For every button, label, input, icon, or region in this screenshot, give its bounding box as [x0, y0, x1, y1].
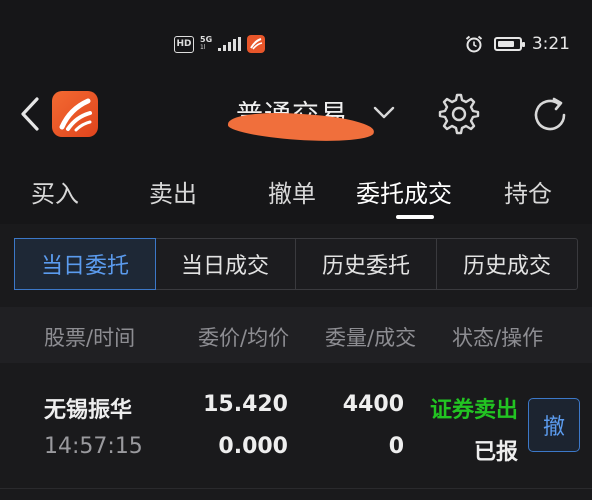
- app-logo: [52, 91, 98, 137]
- cancel-order-button[interactable]: 撤: [528, 398, 580, 452]
- account-dropdown[interactable]: [370, 100, 398, 124]
- chevron-down-icon: [373, 106, 395, 119]
- order-price: 15.420: [203, 392, 288, 417]
- navigation-bar: 普通交易: [0, 86, 592, 158]
- trade-tabs: 买入 卖出 撤单 委托成交 持仓: [0, 158, 592, 224]
- column-header-price: 委价/均价: [198, 326, 290, 350]
- hd-badge: HD: [174, 35, 194, 53]
- tab-orders-trades[interactable]: 委托成交: [356, 174, 452, 209]
- battery-level-fill: [497, 41, 514, 47]
- status-icons-right: 3:21: [464, 33, 570, 55]
- column-header-status: 状态/操作: [452, 326, 544, 350]
- chevron-left-icon: [21, 97, 39, 131]
- order-side: 证券卖出: [429, 398, 518, 423]
- filled-quantity: 0: [388, 434, 404, 459]
- segment-today-orders[interactable]: 当日委托: [14, 238, 156, 290]
- column-header-stock-time: 股票/时间: [44, 326, 136, 350]
- order-quantity: 4400: [342, 392, 404, 417]
- network-sub: 1l: [200, 44, 206, 51]
- network-label: 5G 1l: [200, 36, 212, 52]
- clock: 3:21: [531, 34, 570, 54]
- stock-name: 无锡振华: [44, 398, 133, 423]
- segment-today-trades[interactable]: 当日成交: [155, 239, 296, 289]
- back-button[interactable]: [16, 94, 44, 134]
- notification-app-icon: [247, 35, 266, 53]
- refresh-icon: [534, 97, 566, 131]
- tab-cancel-order[interactable]: 撤单: [268, 174, 316, 209]
- account-redaction: [227, 108, 375, 146]
- tab-positions[interactable]: 持仓: [504, 174, 552, 209]
- segment-history-orders[interactable]: 历史委托: [296, 239, 437, 289]
- order-status: 已报: [473, 440, 518, 465]
- order-type-segmented-control: 当日委托 当日成交 历史委托 历史成交: [14, 238, 578, 290]
- settings-button[interactable]: [438, 93, 480, 135]
- tab-buy[interactable]: 买入: [31, 174, 79, 209]
- battery-icon: [493, 37, 525, 51]
- tab-sell[interactable]: 卖出: [149, 174, 197, 209]
- segment-history-trades[interactable]: 历史成交: [437, 239, 577, 289]
- network-type: 5G: [200, 35, 213, 44]
- status-icons-center: HD 5G 1l: [174, 34, 266, 54]
- row-divider: [0, 488, 592, 489]
- signal-icon: [218, 37, 242, 51]
- active-tab-indicator: [396, 215, 434, 219]
- app-logo-icon: [59, 98, 92, 132]
- average-price: 0.000: [218, 434, 288, 459]
- status-bar: HD 5G 1l 3:21: [0, 0, 592, 86]
- order-time: 14:57:15: [44, 434, 143, 459]
- table-header: 股票/时间 委价/均价 委量/成交 状态/操作: [0, 307, 592, 363]
- table-row[interactable]: 无锡振华 14:57:15 15.420 0.000 4400 0 证券卖出 已…: [0, 378, 592, 478]
- alarm-icon: [465, 35, 482, 53]
- column-header-quantity: 委量/成交: [325, 326, 417, 350]
- refresh-button[interactable]: [528, 93, 572, 137]
- gear-icon: [438, 93, 480, 135]
